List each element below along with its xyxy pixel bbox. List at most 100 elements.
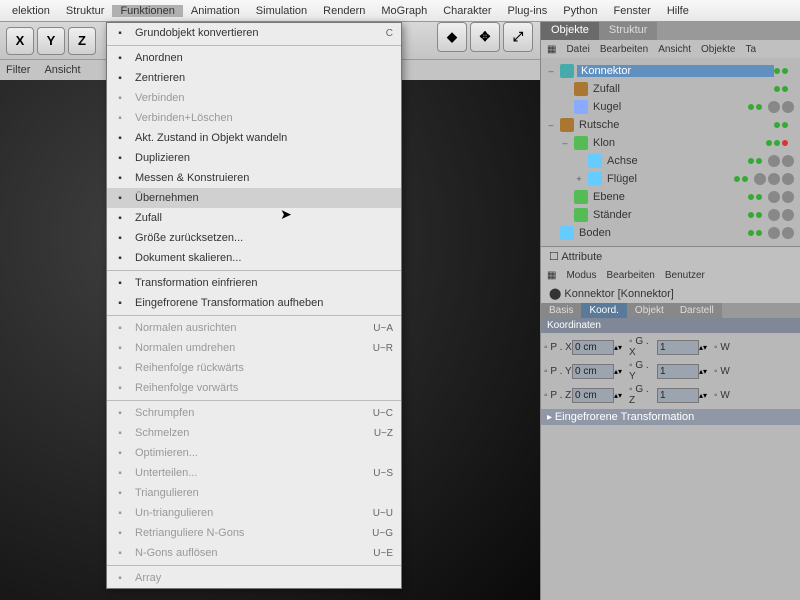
- subtool-filter[interactable]: Filter: [6, 64, 30, 76]
- objmenu-ansicht[interactable]: Ansicht: [658, 44, 691, 55]
- tree-row-zufall[interactable]: Zufall: [541, 80, 800, 98]
- menu-item-triangulieren: ▪Triangulieren: [107, 483, 401, 503]
- menu-item-reihenfolge-vorw-rts: ▪Reihenfolge vorwärts: [107, 378, 401, 398]
- menu-item-n-gons-aufl-sen: ▪N-Gons auflösenU~E: [107, 543, 401, 563]
- menu-item-icon: ▪: [111, 360, 129, 376]
- tree-row-ständer[interactable]: Ständer: [541, 206, 800, 224]
- menu-item-icon: ▪: [111, 380, 129, 396]
- attr-tab-basis[interactable]: Basis: [541, 303, 581, 318]
- menu-charakter[interactable]: Charakter: [435, 5, 499, 17]
- menu-item-icon: ▪: [111, 150, 129, 166]
- tool-move-icon[interactable]: ✥: [470, 22, 500, 52]
- menu-item-akt-zustand-in-objekt-wandeln[interactable]: ▪Akt. Zustand in Objekt wandeln: [107, 128, 401, 148]
- tree-row-flügel[interactable]: +Flügel: [541, 170, 800, 188]
- objmenu-datei[interactable]: Datei: [566, 44, 589, 55]
- axis-y-button[interactable]: Y: [37, 27, 65, 55]
- menu-item-normalen-ausrichten: ▪Normalen ausrichtenU~A: [107, 318, 401, 338]
- objmenu-objekte[interactable]: Objekte: [701, 44, 735, 55]
- coord-gz: ◦ G . Z▴▾: [629, 384, 712, 406]
- menu-item-gr-e-zur-cksetzen-[interactable]: ▪Größe zurücksetzen...: [107, 228, 401, 248]
- attrmenu-benutzer[interactable]: Benutzer: [665, 270, 705, 281]
- menu-item-messen-konstruieren[interactable]: ▪Messen & Konstruieren: [107, 168, 401, 188]
- menu-animation[interactable]: Animation: [183, 5, 248, 17]
- menu-item-dokument-skalieren-[interactable]: ▪Dokument skalieren...: [107, 248, 401, 268]
- menu-mograph[interactable]: MoGraph: [373, 5, 435, 17]
- attr-tab-darstell[interactable]: Darstell: [672, 303, 722, 318]
- attr-tab-objekt[interactable]: Objekt: [627, 303, 672, 318]
- menu-item-icon: ▪: [111, 405, 129, 421]
- tree-row-boden[interactable]: Boden: [541, 224, 800, 242]
- menu-item-icon: ▪: [111, 250, 129, 266]
- cursor-icon: ➤: [280, 206, 292, 223]
- menu-item-eingefrorene-transformation-aufheben[interactable]: ▪Eingefrorene Transformation aufheben: [107, 293, 401, 313]
- tree-row-rutsche[interactable]: –Rutsche: [541, 116, 800, 134]
- menu-item-icon: ▪: [111, 425, 129, 441]
- coord-input[interactable]: [657, 364, 699, 379]
- subtool-ansicht[interactable]: Ansicht: [44, 64, 80, 76]
- menu-item-grundobjekt-konvertieren[interactable]: ▪Grundobjekt konvertierenC: [107, 23, 401, 43]
- menu-python[interactable]: Python: [555, 5, 605, 17]
- coord-w: ◦ W: [714, 336, 797, 358]
- axis-z-button[interactable]: Z: [68, 27, 96, 55]
- menu-plug-ins[interactable]: Plug-ins: [500, 5, 556, 17]
- menu-item-icon: ▪: [111, 210, 129, 226]
- menu-simulation[interactable]: Simulation: [248, 5, 315, 17]
- menu-item-icon: ▪: [111, 525, 129, 541]
- menu-item-icon: ▪: [111, 505, 129, 521]
- object-tree[interactable]: –KonnektorZufallKugel–Rutsche–KlonAchse+…: [541, 58, 800, 246]
- attrmenu-bearbeiten[interactable]: Bearbeiten: [606, 270, 654, 281]
- obj-tab-objekte[interactable]: Objekte: [541, 22, 599, 40]
- menu-rendern[interactable]: Rendern: [315, 5, 373, 17]
- obj-tab-struktur[interactable]: Struktur: [599, 22, 658, 40]
- coord-input[interactable]: [657, 340, 699, 355]
- tree-row-kugel[interactable]: Kugel: [541, 98, 800, 116]
- attr-tabs: BasisKoord.ObjektDarstell: [541, 303, 800, 318]
- attrmenu-modus[interactable]: Modus: [566, 270, 596, 281]
- menu-item-icon: ▪: [111, 170, 129, 186]
- tree-row-konnektor[interactable]: –Konnektor: [541, 62, 800, 80]
- objmenu-ta[interactable]: Ta: [745, 44, 756, 55]
- menu-item-icon: ▪: [111, 320, 129, 336]
- attr-section-header: Koordinaten: [541, 318, 800, 333]
- menu-item-zufall[interactable]: ▪Zufall: [107, 208, 401, 228]
- attr-tab-koord[interactable]: Koord.: [581, 303, 626, 318]
- menu-item-unterteilen-: ▪Unterteilen...U~S: [107, 463, 401, 483]
- attr-title: ☐ Attribute: [541, 247, 800, 266]
- menu-funktionen[interactable]: Funktionen: [112, 5, 182, 17]
- main-menubar: elektionStrukturFunktionenAnimationSimul…: [0, 0, 800, 22]
- menu-item-anordnen[interactable]: ▪Anordnen: [107, 48, 401, 68]
- objmenu-bearbeiten[interactable]: Bearbeiten: [600, 44, 648, 55]
- menu-item-icon: ▪: [111, 485, 129, 501]
- tree-row-ebene[interactable]: Ebene: [541, 188, 800, 206]
- menu-item-icon: ▪: [111, 90, 129, 106]
- tool-shape-icon[interactable]: ◆: [437, 22, 467, 52]
- coord-py: ◦ P . Y▴▾: [544, 360, 627, 382]
- menu-item-duplizieren[interactable]: ▪Duplizieren: [107, 148, 401, 168]
- menu-item--bernehmen[interactable]: ▪Übernehmen: [107, 188, 401, 208]
- right-panel: ObjekteStruktur ▦DateiBearbeitenAnsichtO…: [540, 22, 800, 600]
- menu-item-transformation-einfrieren[interactable]: ▪Transformation einfrieren: [107, 273, 401, 293]
- menu-item-icon: ▪: [111, 230, 129, 246]
- coord-input[interactable]: [572, 388, 614, 403]
- coord-input[interactable]: [572, 364, 614, 379]
- menu-item-un-triangulieren: ▪Un-triangulierenU~U: [107, 503, 401, 523]
- tree-row-achse[interactable]: Achse: [541, 152, 800, 170]
- coord-input[interactable]: [657, 388, 699, 403]
- tree-row-klon[interactable]: –Klon: [541, 134, 800, 152]
- attr-object-name: ⬤ Konnektor [Konnektor]: [541, 284, 800, 303]
- menu-item-zentrieren[interactable]: ▪Zentrieren: [107, 68, 401, 88]
- attribute-panel: ☐ Attribute ▦ModusBearbeitenBenutzer ⬤ K…: [541, 246, 800, 425]
- object-panel-menu: ▦DateiBearbeitenAnsichtObjekteTa: [541, 40, 800, 58]
- attr-frozen-header[interactable]: ▸ Eingefrorene Transformation: [541, 409, 800, 425]
- menu-fenster[interactable]: Fenster: [606, 5, 659, 17]
- menu-item-verbinden-l-schen: ▪Verbinden+Löschen: [107, 108, 401, 128]
- menu-hilfe[interactable]: Hilfe: [659, 5, 697, 17]
- axis-x-button[interactable]: X: [6, 27, 34, 55]
- tool-scale-icon[interactable]: ⤢: [503, 22, 533, 52]
- menu-item-normalen-umdrehen: ▪Normalen umdrehenU~R: [107, 338, 401, 358]
- menu-struktur[interactable]: Struktur: [58, 5, 113, 17]
- menu-item-schrumpfen: ▪SchrumpfenU~C: [107, 403, 401, 423]
- coord-input[interactable]: [572, 340, 614, 355]
- coord-gx: ◦ G . X▴▾: [629, 336, 712, 358]
- menu-elektion[interactable]: elektion: [4, 5, 58, 17]
